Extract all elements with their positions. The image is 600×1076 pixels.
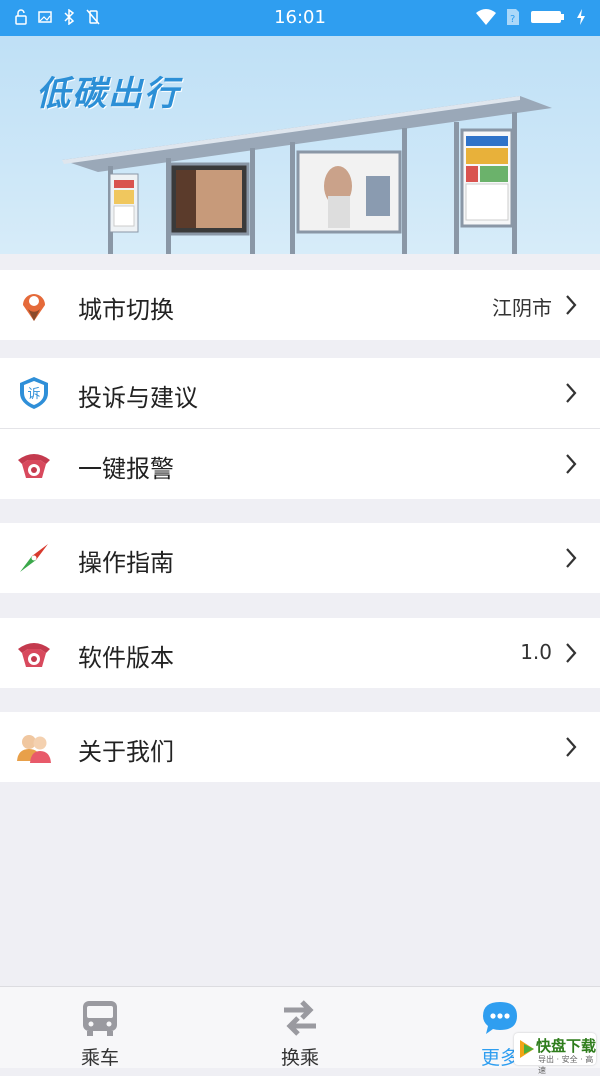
bottom-tab-bar: 乘车 换乘 更多 快盘下载 导出 · 安全 · 高速	[0, 986, 600, 1075]
menu-label-about: 关于我们	[78, 738, 174, 766]
tab-ride[interactable]: 乘车	[0, 987, 200, 1069]
complaint-shield-icon: 诉	[20, 377, 48, 409]
menu-group-guide: 操作指南	[0, 523, 600, 593]
menu-item-version[interactable]: 软件版本 1.0	[0, 618, 600, 688]
people-icon	[17, 735, 51, 763]
battery-icon	[531, 11, 564, 23]
watermark-title: 快盘下载	[536, 1037, 597, 1055]
menu-item-complaint[interactable]: 诉 投诉与建议	[0, 358, 600, 428]
watermark-logo-icon	[520, 1040, 534, 1058]
menu-group-version: 软件版本 1.0	[0, 618, 600, 688]
menu-item-guide[interactable]: 操作指南	[0, 523, 600, 593]
menu-item-about[interactable]: 关于我们	[0, 712, 600, 782]
menu-label-city-switch: 城市切换	[78, 296, 174, 324]
chevron-right-icon	[566, 383, 577, 403]
telephone-icon	[18, 643, 50, 667]
telephone-icon	[18, 454, 50, 478]
tab-label-transfer: 换乘	[280, 1047, 319, 1069]
menu-label-alarm: 一键报警	[78, 455, 174, 483]
status-bar: 16:01 ?	[0, 0, 600, 36]
chevron-right-icon	[566, 548, 577, 568]
menu-item-alarm[interactable]: 一键报警	[0, 428, 600, 499]
watermark-subtitle: 导出 · 安全 · 高速	[538, 1055, 594, 1075]
chat-bubble-icon	[483, 1002, 517, 1034]
bus-shelter-illustration	[62, 96, 552, 254]
current-city-value: 江阴市	[492, 296, 552, 320]
menu-group-about: 关于我们	[0, 712, 600, 782]
menu-group-city: 城市切换 江阴市	[0, 270, 600, 340]
compass-icon	[20, 544, 48, 572]
version-value: 1.0	[520, 640, 552, 664]
header-banner: 低碳出行	[0, 36, 600, 254]
chevron-right-icon	[566, 295, 577, 315]
status-icons-right: ?	[476, 8, 586, 26]
tab-more[interactable]: 更多 快盘下载 导出 · 安全 · 高速	[400, 987, 600, 1075]
menu-item-city-switch[interactable]: 城市切换 江阴市	[0, 270, 600, 340]
chevron-right-icon	[566, 643, 577, 663]
charging-icon	[577, 9, 585, 25]
chevron-right-icon	[566, 737, 577, 757]
svg-text:诉: 诉	[27, 387, 40, 402]
no-sim-icon: ?	[507, 9, 519, 25]
menu-label-version: 软件版本	[78, 644, 174, 672]
tab-transfer[interactable]: 换乘	[200, 987, 400, 1069]
svg-text:?: ?	[510, 14, 515, 25]
menu-group-service: 诉 投诉与建议 一键报警	[0, 358, 600, 499]
tab-label-ride: 乘车	[80, 1047, 119, 1069]
transfer-arrows-icon	[284, 1000, 316, 1036]
menu-label-guide: 操作指南	[78, 549, 174, 577]
download-site-watermark: 快盘下载 导出 · 安全 · 高速	[514, 1033, 597, 1075]
wifi-icon	[476, 9, 496, 25]
location-pin-icon	[23, 294, 45, 321]
chevron-right-icon	[566, 454, 577, 474]
bus-icon	[83, 1001, 117, 1036]
menu-label-complaint: 投诉与建议	[78, 384, 198, 412]
